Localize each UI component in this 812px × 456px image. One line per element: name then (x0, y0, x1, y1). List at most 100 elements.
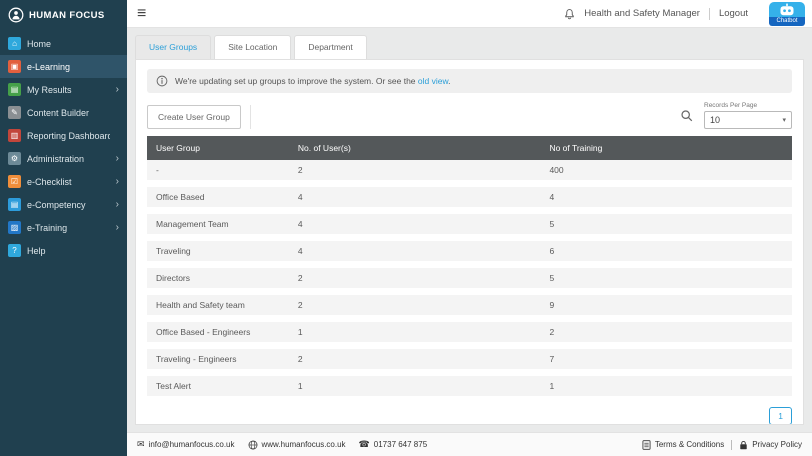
sidebar-item[interactable]: ▨ e-Training › (0, 216, 127, 239)
tab-bar: User Groups Site Location Department (135, 35, 804, 59)
cell-user-group: - (147, 160, 289, 184)
sidebar-item-icon: ▤ (8, 198, 21, 211)
column-header-label: User Group (156, 143, 200, 153)
terms-link[interactable]: Terms & Conditions (642, 440, 724, 450)
tab-label: Site Location (228, 42, 277, 52)
sidebar-item[interactable]: ✎ Content Builder › (0, 101, 127, 124)
cell-user-group: Traveling (147, 238, 289, 265)
page-1-button[interactable]: 1 (769, 407, 792, 425)
globe-icon (248, 440, 258, 450)
document-icon (642, 440, 651, 450)
sidebar-item-label: Reporting Dashboard (27, 131, 110, 141)
footer-email-link[interactable]: ✉ info@humanfocus.co.uk (137, 440, 235, 449)
terms-link-text: Terms & Conditions (655, 440, 724, 449)
phone-icon: ☎ (359, 440, 370, 449)
topbar: ≡ Health and Safety Manager Logout (127, 0, 812, 28)
chatbot-button[interactable]: Chatbot (769, 2, 805, 26)
cell-user-group: Office Based (147, 184, 289, 211)
records-per-page-label: Records Per Page (704, 102, 792, 109)
sidebar-item[interactable]: ▤ My Results › (0, 78, 127, 101)
tab[interactable]: Site Location (214, 35, 291, 59)
pagination: 1 (147, 403, 792, 425)
cell-training: 2 (540, 319, 792, 346)
sidebar-item-icon: ▨ (8, 221, 21, 234)
caret-down-icon: ▾ (782, 116, 786, 124)
main-column: ≡ Health and Safety Manager Logout (127, 0, 812, 456)
table-row[interactable]: Traveling 4 6 (147, 238, 792, 265)
cell-users: 1 (289, 373, 541, 400)
cell-training: 1 (540, 373, 792, 400)
sidebar-item-icon: ✎ (8, 106, 21, 119)
logout-button[interactable]: Logout (719, 8, 748, 19)
brand-logo: HUMAN FOCUS (0, 0, 127, 32)
hamburger-menu-icon[interactable]: ≡ (137, 6, 146, 22)
footer-email-text: info@humanfocus.co.uk (149, 440, 235, 449)
chevron-right-icon: › (116, 177, 119, 187)
column-header-label: No. of User(s) (298, 143, 351, 153)
sidebar-item-label: e-Checklist (27, 177, 72, 187)
sidebar-item[interactable]: ☑ e-Checklist › (0, 170, 127, 193)
privacy-link[interactable]: Privacy Policy (739, 440, 802, 450)
cell-user-group: Office Based - Engineers (147, 319, 289, 346)
sidebar: HUMAN FOCUS ⌂ Home › ▣ e-Learning › ▤ My… (0, 0, 127, 456)
sidebar-item-icon: ☑ (8, 175, 21, 188)
table-row[interactable]: Management Team 4 5 (147, 211, 792, 238)
table-body: - 2 400 Office Based 4 4 Management Team… (147, 160, 792, 400)
table-row[interactable]: Health and Safety team 2 9 (147, 292, 792, 319)
cell-training: 400 (540, 160, 792, 184)
content-area: User Groups Site Location Department We'… (127, 28, 812, 432)
cell-users: 2 (289, 160, 541, 184)
user-role-label: Health and Safety Manager (584, 8, 700, 19)
cell-training: 6 (540, 238, 792, 265)
sidebar-item-icon: ⌂ (8, 37, 21, 50)
sidebar-item[interactable]: ⚙ Administration › (0, 147, 127, 170)
create-user-group-button[interactable]: Create User Group (147, 105, 241, 129)
table-row[interactable]: Test Alert 1 1 (147, 373, 792, 400)
sidebar-item[interactable]: ? Help › (0, 239, 127, 262)
toolbar-left: Create User Group (147, 105, 251, 129)
old-view-link[interactable]: old view (418, 76, 448, 86)
footer-legal: Terms & Conditions Privacy Policy (642, 440, 802, 450)
cell-training: 5 (540, 265, 792, 292)
sidebar-item-icon: ▣ (8, 60, 21, 73)
sidebar-item[interactable]: ▥ Reporting Dashboard › (0, 124, 127, 147)
cell-users: 2 (289, 346, 541, 373)
tab[interactable]: User Groups (135, 35, 211, 59)
lock-icon (739, 440, 748, 450)
notifications-bell-icon[interactable] (564, 8, 575, 20)
sidebar-item[interactable]: ▣ e-Learning › (0, 55, 127, 78)
cell-users: 4 (289, 184, 541, 211)
topbar-divider (709, 8, 710, 20)
table-row[interactable]: - 2 400 (147, 160, 792, 184)
table-row[interactable]: Office Based - Engineers 1 2 (147, 319, 792, 346)
sidebar-item-label: e-Training (27, 223, 67, 233)
cell-users: 4 (289, 211, 541, 238)
sidebar-item-label: e-Learning (27, 62, 70, 72)
cell-users: 1 (289, 319, 541, 346)
search-icon[interactable] (680, 109, 693, 122)
tab-label: Department (308, 42, 352, 52)
toolbar-right: Records Per Page 10 ▾ (680, 102, 792, 129)
table-row[interactable]: Office Based 4 4 (147, 184, 792, 211)
sidebar-item-label: Administration (27, 154, 84, 164)
footer: ✉ info@humanfocus.co.uk www.humanfocus.c… (127, 432, 812, 456)
app-window: HUMAN FOCUS ⌂ Home › ▣ e-Learning › ▤ My… (0, 0, 812, 456)
footer-website-text: www.humanfocus.co.uk (262, 440, 346, 449)
table-row[interactable]: Traveling - Engineers 2 7 (147, 346, 792, 373)
footer-website-link[interactable]: www.humanfocus.co.uk (248, 440, 346, 450)
sidebar-item[interactable]: ▤ e-Competency › (0, 193, 127, 216)
records-per-page-select[interactable]: 10 ▾ (704, 111, 792, 129)
footer-contact: ✉ info@humanfocus.co.uk www.humanfocus.c… (137, 440, 427, 450)
envelope-icon: ✉ (137, 440, 145, 449)
chevron-right-icon: › (116, 200, 119, 210)
sidebar-item[interactable]: ⌂ Home › (0, 32, 127, 55)
sidebar-item-label: Home (27, 39, 51, 49)
tab[interactable]: Department (294, 35, 366, 59)
cell-user-group: Traveling - Engineers (147, 346, 289, 373)
table-row[interactable]: Directors 2 5 (147, 265, 792, 292)
banner-message: We're updating set up groups to improve … (175, 76, 418, 86)
privacy-link-text: Privacy Policy (752, 440, 802, 449)
table-toolbar: Create User Group Records Per Page (147, 102, 792, 136)
chevron-right-icon: › (116, 85, 119, 95)
sidebar-item-icon: ⚙ (8, 152, 21, 165)
